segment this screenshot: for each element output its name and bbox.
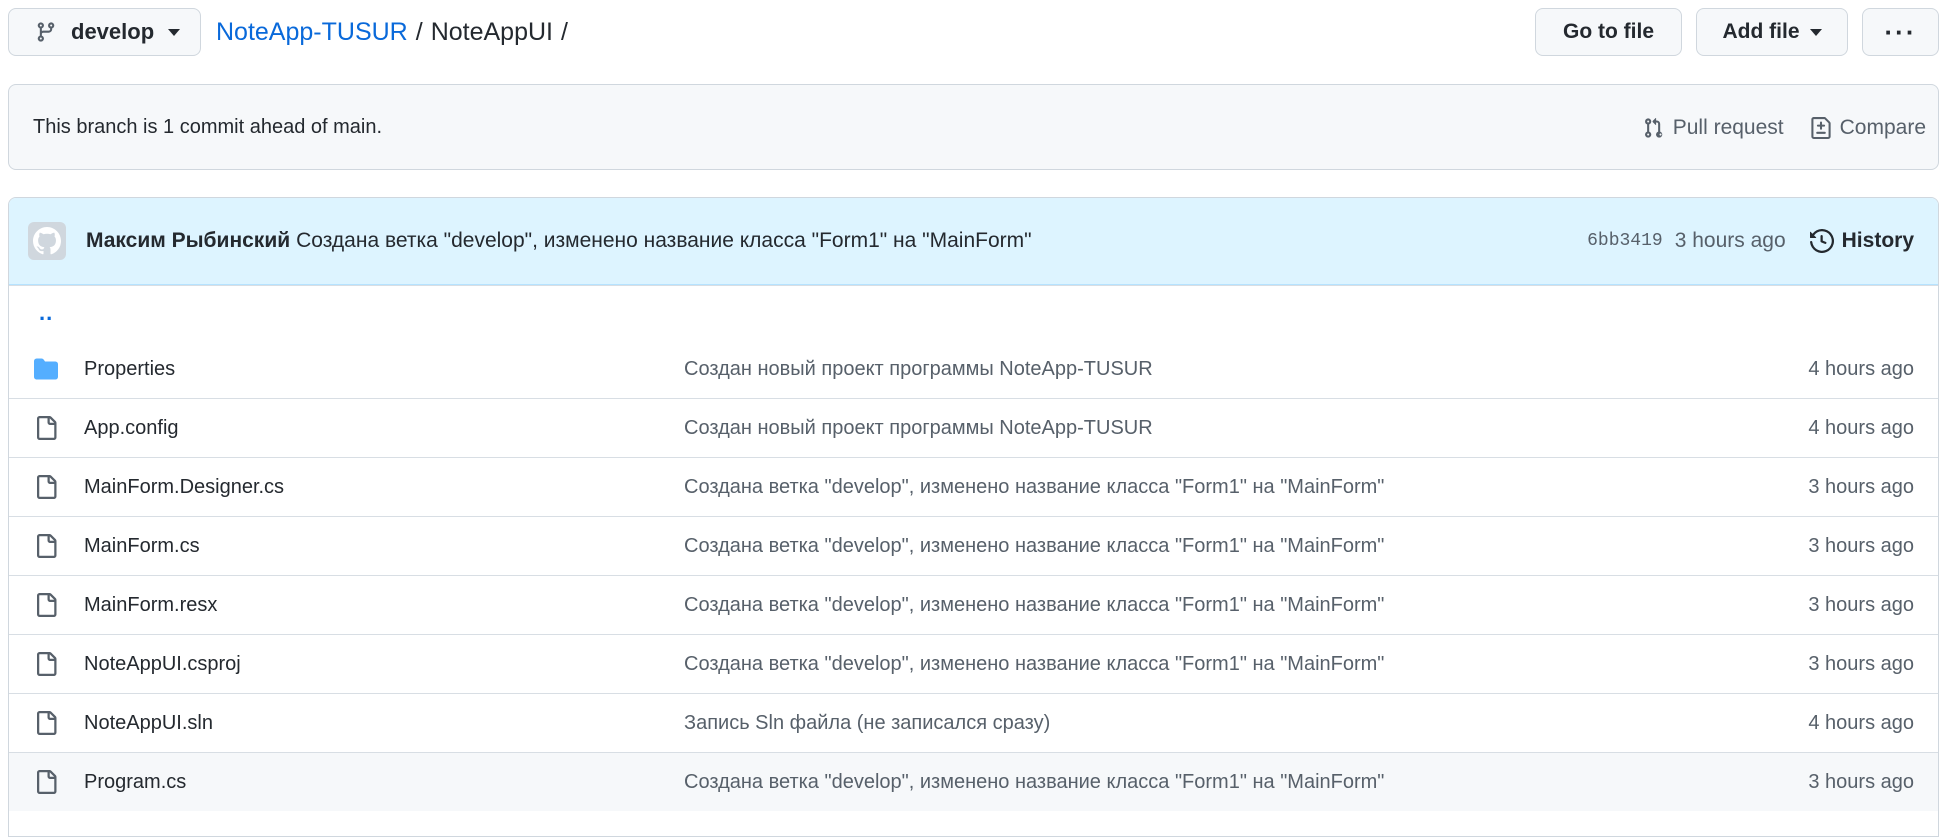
file-commit-message-link[interactable]: Создана ветка "develop", изменено назван…: [684, 535, 1384, 558]
file-commit-time: 4 hours ago: [1808, 416, 1914, 439]
branch-name: develop: [71, 19, 155, 44]
pull-request-label: Pull request: [1672, 116, 1784, 139]
file-commit-time: 3 hours ago: [1808, 534, 1914, 557]
parent-directory-row[interactable]: ..: [9, 285, 1938, 340]
commit-message-link[interactable]: Создана ветка "develop", изменено назван…: [296, 229, 1031, 253]
breadcrumb-separator: /: [560, 17, 568, 46]
go-to-file-button[interactable]: Go to file: [1535, 8, 1682, 56]
branch-status-text: This branch is 1 commit ahead of main.: [33, 115, 383, 138]
file-commit-message-link[interactable]: Создана ветка "develop", изменено назван…: [684, 594, 1384, 617]
file-name-link[interactable]: MainForm.cs: [84, 535, 200, 558]
mark-github-icon: [33, 227, 61, 255]
file-name-link[interactable]: NoteAppUI.sln: [84, 712, 213, 735]
commit-sha-link[interactable]: 6bb3419: [1587, 231, 1663, 251]
file-commit-time: 3 hours ago: [1808, 475, 1914, 498]
file-row[interactable]: NoteAppUI.csproj Создана ветка "develop"…: [9, 634, 1938, 693]
folder-icon: [33, 356, 59, 382]
file-commit-time: 3 hours ago: [1808, 593, 1914, 616]
file-commit-time: 4 hours ago: [1808, 357, 1914, 380]
file-icon: [33, 769, 59, 795]
file-icon: [33, 533, 59, 559]
file-row[interactable]: App.config Создан новый проект программы…: [9, 398, 1938, 457]
file-commit-message-link[interactable]: Создана ветка "develop", изменено назван…: [684, 771, 1384, 794]
file-name-link[interactable]: MainForm.Designer.cs: [84, 476, 284, 499]
file-name-link[interactable]: Program.cs: [84, 771, 186, 794]
latest-commit-bar: Максим Рыбинский Создана ветка "develop"…: [9, 198, 1938, 285]
git-branch-icon: [37, 22, 55, 42]
file-icon: [33, 710, 59, 736]
breadcrumb-repo-link[interactable]: NoteApp-TUSUR: [216, 18, 408, 47]
history-label: History: [1841, 229, 1914, 252]
commit-time: 3 hours ago: [1674, 229, 1786, 252]
file-row[interactable]: MainForm.resx Создана ветка "develop", и…: [9, 575, 1938, 634]
file-row[interactable]: MainForm.cs Создана ветка "develop", изм…: [9, 516, 1938, 575]
file-row[interactable]: MainForm.Designer.cs Создана ветка "deve…: [9, 457, 1938, 516]
add-file-label: Add file: [1722, 20, 1800, 43]
file-commit-message-link[interactable]: Запись Sln файла (не записался сразу): [684, 712, 1050, 735]
history-icon: [1809, 229, 1834, 253]
history-link[interactable]: History: [1809, 229, 1914, 253]
go-to-file-label: Go to file: [1563, 20, 1654, 43]
commit-author-link[interactable]: Максим Рыбинский: [86, 229, 290, 253]
chevron-down-icon: [1809, 28, 1822, 36]
file-name-link[interactable]: MainForm.resx: [84, 594, 217, 617]
branch-status-bar: This branch is 1 commit ahead of main. P…: [8, 84, 1939, 170]
more-options-button[interactable]: ···: [1862, 8, 1939, 56]
file-commit-time: 3 hours ago: [1808, 770, 1914, 793]
file-row[interactable]: Program.cs Создана ветка "develop", изме…: [9, 752, 1938, 811]
avatar[interactable]: [28, 222, 66, 260]
file-row[interactable]: NoteAppUI.sln Запись Sln файла (не запис…: [9, 693, 1938, 752]
add-file-button[interactable]: Add file: [1696, 8, 1848, 56]
parent-directory-link[interactable]: ..: [39, 300, 53, 326]
chevron-down-icon: [168, 28, 181, 36]
breadcrumb: NoteApp-TUSUR / NoteAppUI /: [216, 14, 576, 50]
file-icon: [33, 474, 59, 500]
pull-request-link[interactable]: Pull request: [1643, 116, 1784, 140]
file-icon: [33, 651, 59, 677]
file-name-link[interactable]: NoteAppUI.csproj: [84, 653, 241, 676]
file-row[interactable]: Properties Создан новый проект программы…: [9, 340, 1938, 398]
file-commit-message-link[interactable]: Создана ветка "develop", изменено назван…: [684, 653, 1384, 676]
file-commit-time: 4 hours ago: [1808, 711, 1914, 734]
file-diff-icon: [1811, 117, 1831, 139]
file-list: Максим Рыбинский Создана ветка "develop"…: [8, 197, 1939, 837]
file-name-link[interactable]: App.config: [84, 417, 179, 440]
file-commit-message-link[interactable]: Создан новый проект программы NoteApp-TU…: [684, 358, 1153, 381]
compare-label: Compare: [1839, 116, 1926, 139]
file-icon: [33, 592, 59, 618]
file-commit-message-link[interactable]: Создан новый проект программы NoteApp-TU…: [684, 417, 1153, 440]
breadcrumb-current-folder: NoteAppUI: [430, 17, 553, 46]
kebab-horizontal-icon: ···: [1884, 16, 1917, 47]
file-commit-time: 3 hours ago: [1808, 652, 1914, 675]
breadcrumb-separator: /: [415, 17, 423, 46]
branch-select-button[interactable]: develop: [8, 8, 201, 56]
compare-link[interactable]: Compare: [1810, 116, 1926, 140]
file-icon: [33, 415, 59, 441]
file-name-link[interactable]: Properties: [84, 358, 175, 381]
file-commit-message-link[interactable]: Создана ветка "develop", изменено назван…: [684, 476, 1384, 499]
pull-request-icon: [1644, 117, 1662, 138]
